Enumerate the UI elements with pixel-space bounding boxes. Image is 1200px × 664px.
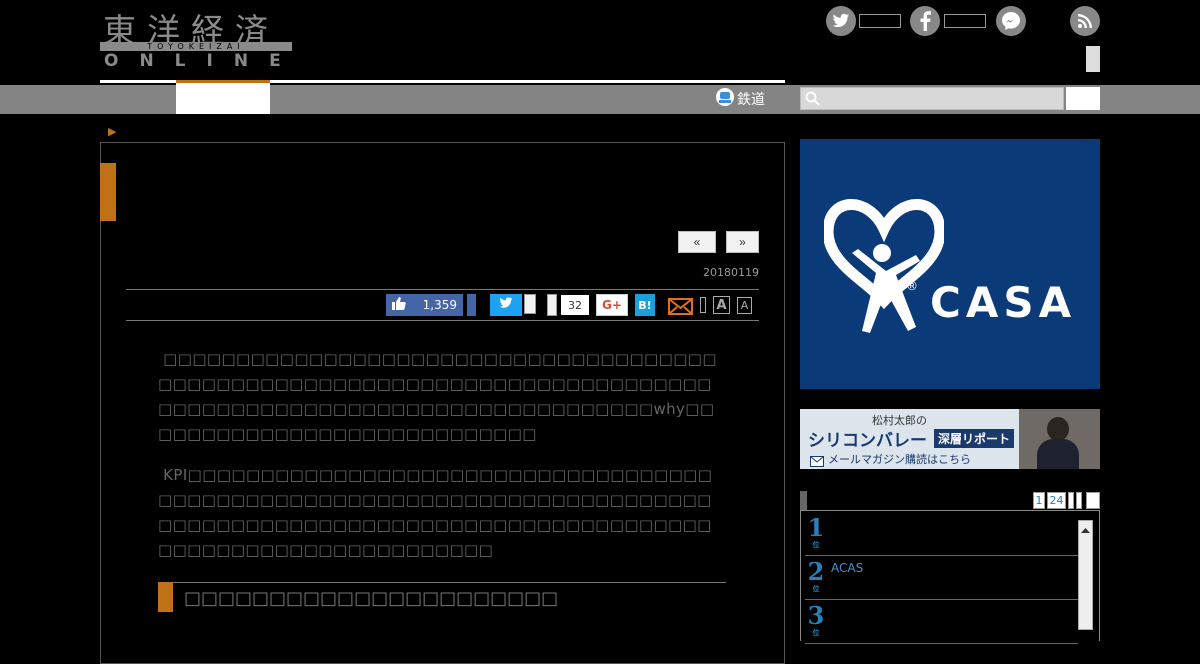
rss-icon[interactable]: [1070, 6, 1100, 36]
ranking-number: 1位: [807, 513, 825, 549]
ranking-scrollbar[interactable]: [1078, 520, 1093, 630]
section-heading-marker: [158, 582, 173, 612]
scroll-up-arrow-icon[interactable]: [1079, 526, 1092, 536]
casa-logo-text: CASA: [930, 278, 1077, 327]
ranking-tab[interactable]: [1076, 492, 1082, 509]
ranking-number: 3位: [807, 601, 825, 637]
banner-line3: メールマガジン購読はこちら: [828, 453, 971, 466]
section-heading-rule: [158, 582, 726, 583]
ranking-row[interactable]: 3位: [805, 599, 1078, 644]
ranking-tab-24[interactable]: 24: [1047, 492, 1066, 509]
thumbs-up-icon: [392, 297, 406, 313]
share-bottom-rule: [126, 320, 759, 321]
newsletter-banner[interactable]: 松村太郎の シリコンバレー 深層リポート メールマガジン購読はこちら: [800, 409, 1100, 469]
facebook-icon[interactable]: [910, 6, 940, 36]
banner-tag: 深層リポート: [934, 429, 1015, 448]
nav-item-rail-label: 鉄道: [737, 92, 765, 108]
ranking-tab[interactable]: [1086, 492, 1100, 509]
facebook-like-button[interactable]: 1,359: [386, 294, 463, 316]
ranking-number: 2位: [807, 557, 825, 593]
share-count: 32: [561, 295, 589, 315]
tweet-button[interactable]: [490, 294, 522, 316]
messenger-icon[interactable]: [996, 6, 1026, 36]
hatena-bookmark-button[interactable]: B!: [635, 294, 655, 316]
article-title-marker: [100, 163, 116, 221]
font-size-small-button[interactable]: A: [737, 297, 752, 314]
next-page-button[interactable]: »: [726, 231, 759, 253]
casa-advertisement[interactable]: ®: [800, 139, 1100, 389]
train-icon: [716, 88, 734, 110]
google-plus-button[interactable]: G+: [596, 294, 628, 316]
banner-person-head: [1047, 417, 1069, 441]
ranking-tab[interactable]: [1068, 492, 1074, 509]
font-size-large-button[interactable]: A: [713, 296, 730, 314]
nav-item-rail[interactable]: 鉄道: [716, 88, 765, 110]
article-date: 20180119: [703, 266, 759, 279]
ranking-row[interactable]: 2位 ACAS: [805, 555, 1078, 600]
share-counter-box: [547, 294, 557, 316]
search-input[interactable]: [800, 87, 1064, 110]
twitter-icon[interactable]: [826, 6, 856, 36]
section-heading: □□□□□□□□□□□□□□□□□□□□□□: [184, 588, 559, 609]
twitter-count-box: [859, 14, 901, 28]
menu-button[interactable]: [1086, 46, 1100, 72]
search-icon: [805, 91, 820, 110]
casa-registered-mark: ®: [906, 279, 918, 293]
banner-photo: [1019, 409, 1100, 469]
article-paragraph: □□□□□□□□□□□□□□□□□□□□□□□□□□□□□□□□□□□□□□□□…: [158, 350, 717, 443]
facebook-count-box: [944, 14, 986, 28]
twitter-bird-icon: [499, 297, 513, 313]
mail-icon[interactable]: [668, 295, 693, 316]
banner-person-body: [1037, 439, 1079, 469]
print-button[interactable]: [700, 297, 706, 313]
ranking-tab-1[interactable]: 1: [1033, 492, 1045, 509]
nav-tab-active[interactable]: [176, 83, 270, 114]
tweet-count-box: [524, 294, 536, 314]
breadcrumb-arrow-icon: ▶: [108, 125, 117, 138]
prev-page-button[interactable]: «: [678, 231, 716, 253]
logo-online[interactable]: ONLINE: [104, 51, 302, 71]
ranking-row[interactable]: 1位: [805, 511, 1078, 556]
article-paragraph: KPI□□□□□□□□□□□□□□□□□□□□□□□□□□□□□□□□□□□□□…: [158, 466, 713, 559]
facebook-like-count: 1,359: [422, 298, 457, 312]
facebook-share-tail: [467, 294, 476, 316]
banner-line2: シリコンバレー: [808, 431, 927, 451]
ranking-title: ACAS: [831, 561, 864, 575]
casa-heart-logo-icon: [824, 199, 944, 333]
share-top-rule: [126, 289, 759, 290]
ranking-header-marker: [800, 491, 807, 511]
mail-icon: [810, 452, 824, 469]
search-button[interactable]: [1066, 87, 1100, 110]
